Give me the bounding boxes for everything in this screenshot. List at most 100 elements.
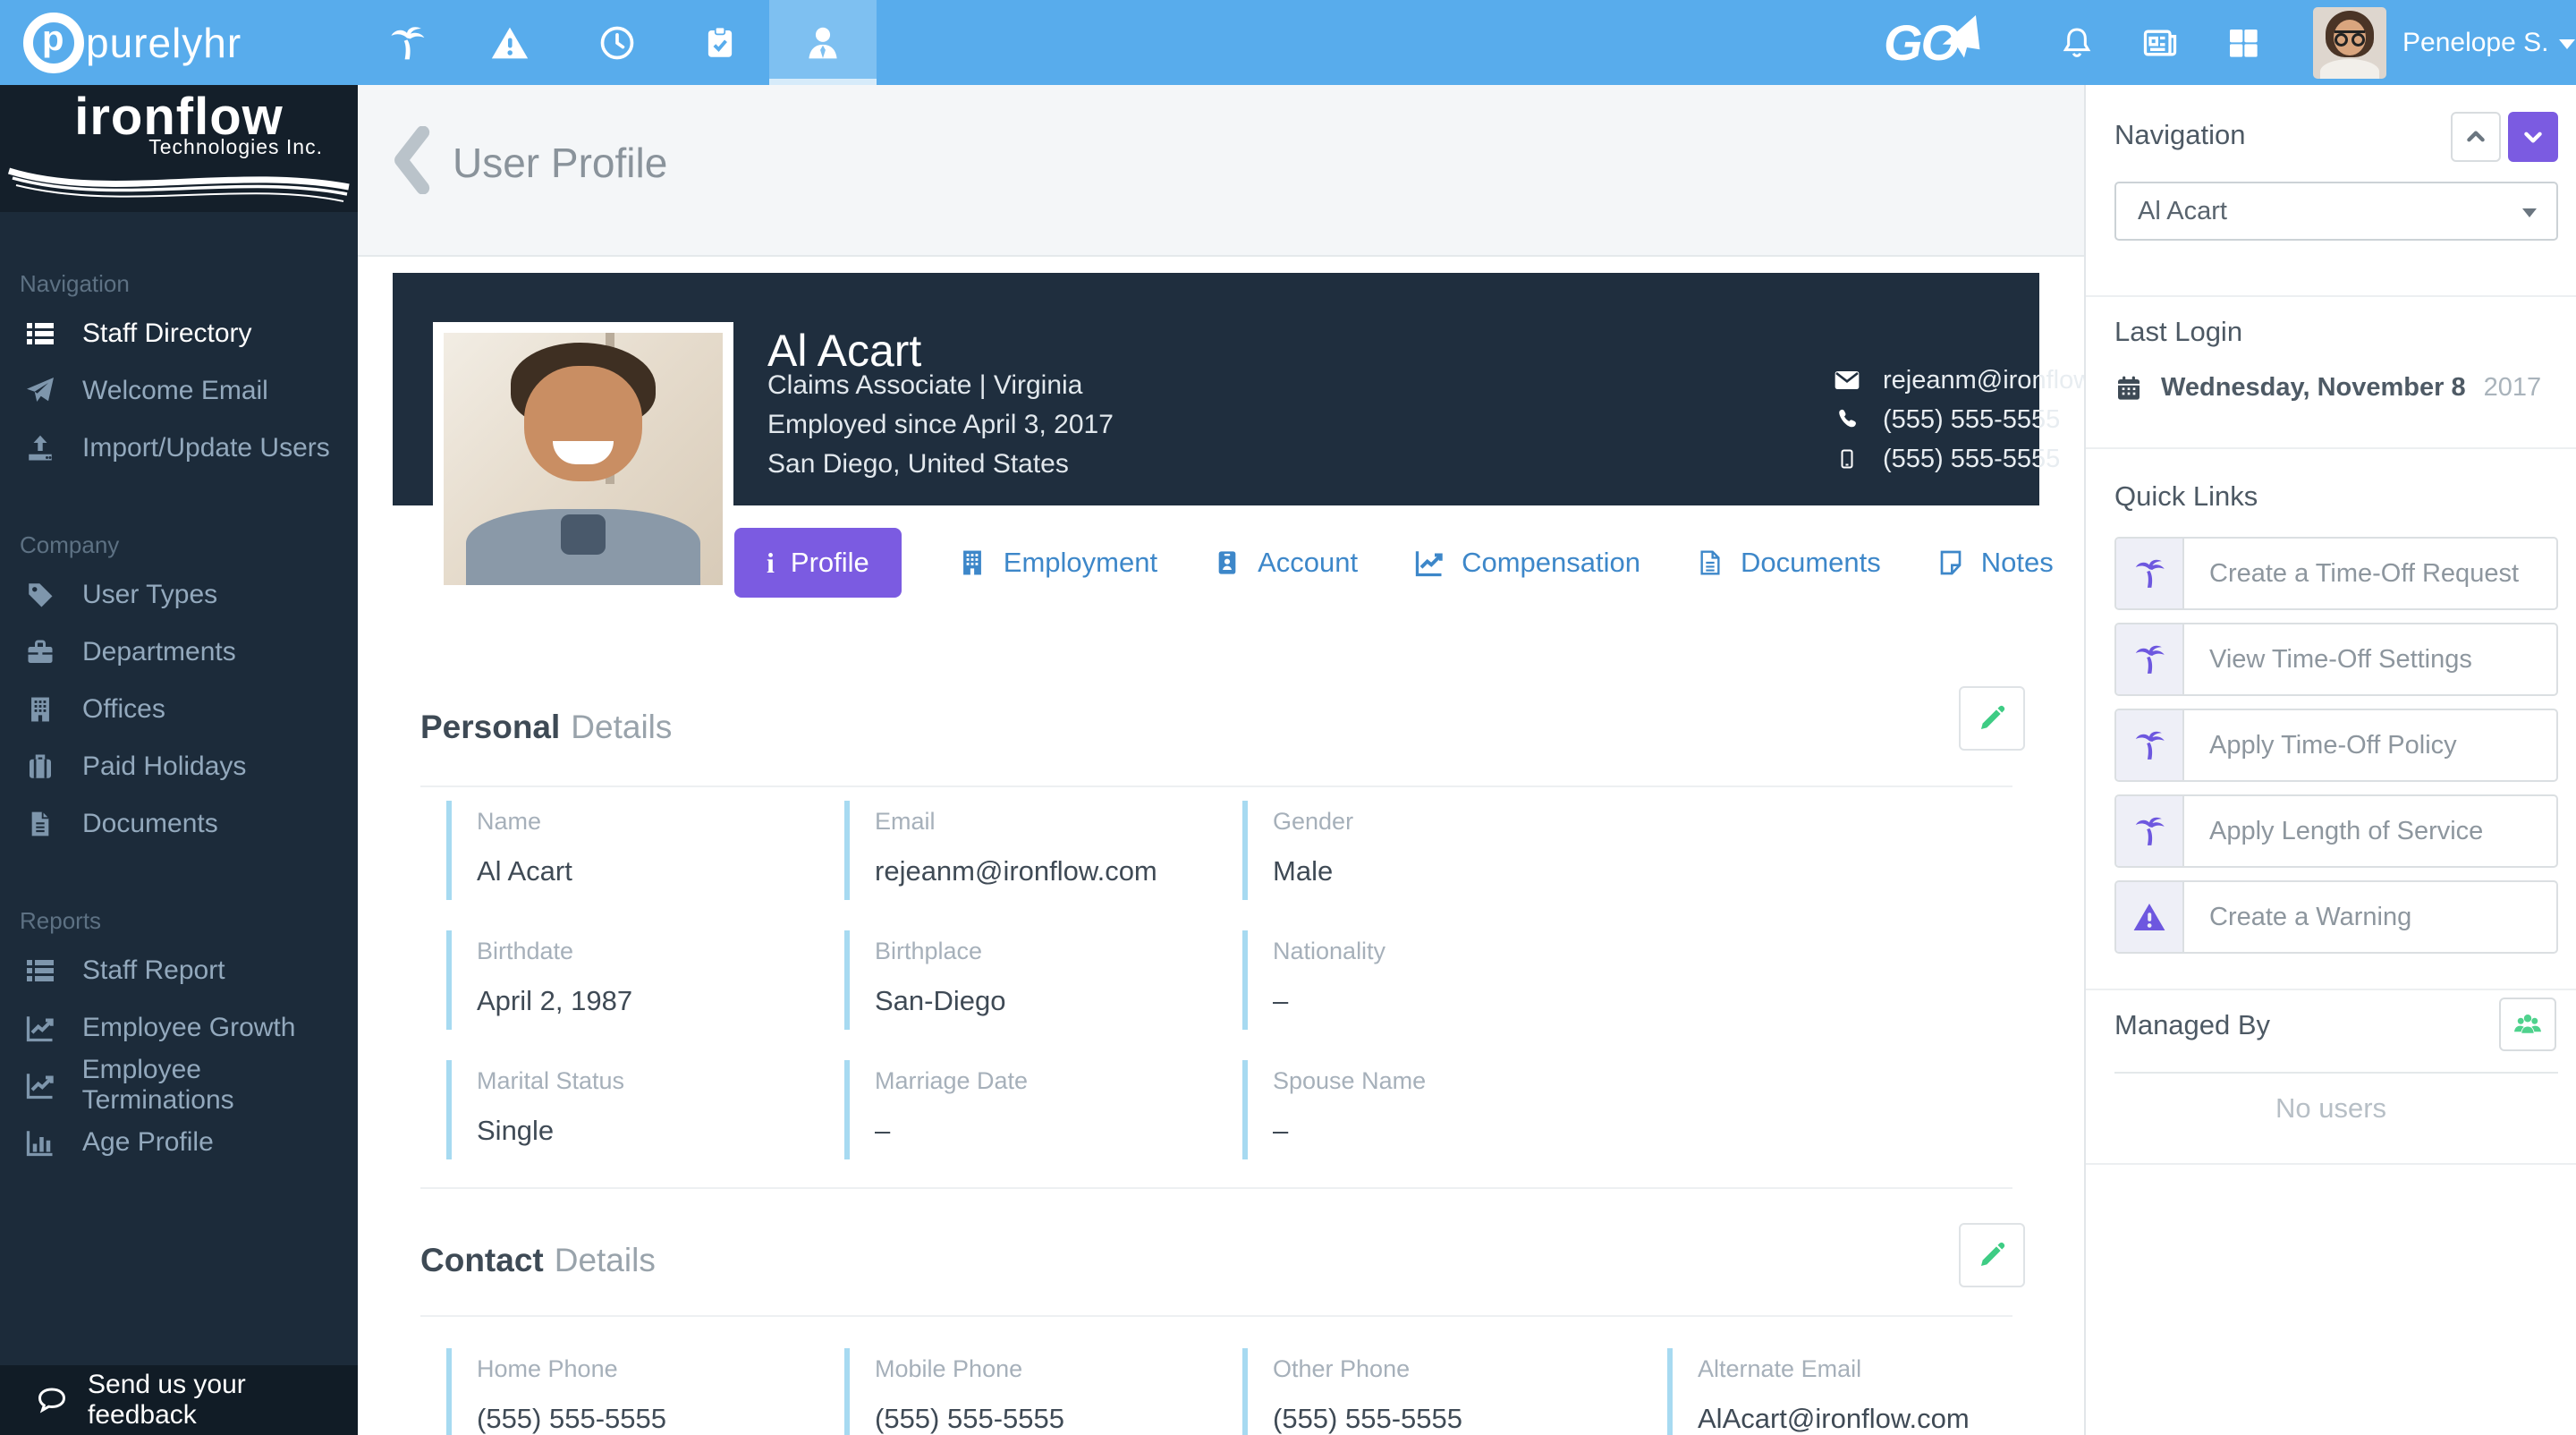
staff-nav-button-active[interactable] — [769, 0, 877, 85]
purelyhr-logo-icon: p — [23, 13, 84, 73]
tab-label: Profile — [791, 547, 869, 579]
main-content: User Profile Al Acart Claims Associate |… — [358, 85, 2084, 1435]
quick-link-create-time-off-request[interactable]: Create a Time-Off Request — [2114, 537, 2558, 610]
calendar-icon — [2114, 374, 2143, 403]
feedback-button[interactable]: Send us your feedback — [0, 1365, 358, 1435]
right-panel: Navigation Al Acart Last Login Wednesday… — [2084, 85, 2576, 1435]
quick-link-label: Create a Time-Off Request — [2184, 539, 2556, 608]
company-logo-sub: Technologies Inc. — [22, 135, 335, 159]
field-home-phone: Home Phone(555) 555-5555 — [446, 1348, 835, 1435]
time-off-nav-button[interactable] — [358, 0, 456, 85]
divider — [2086, 989, 2576, 990]
account-menu[interactable]: Penelope S. — [2402, 0, 2575, 85]
edit-contact-button[interactable] — [1959, 1223, 2025, 1287]
employee-email[interactable]: rejeanm@ironflow.com — [1883, 366, 2084, 395]
sidebar-item-staff-report[interactable]: Staff Report — [0, 942, 358, 999]
purelyhr-logo[interactable]: p purelyhr — [23, 0, 242, 85]
tab-documents[interactable]: Documents — [1696, 547, 1881, 579]
sidebar-item-label: Welcome Email — [82, 376, 268, 406]
warning-triangle-icon — [2116, 882, 2184, 952]
field-other-phone: Other Phone(555) 555-5555 — [1242, 1348, 1631, 1435]
last-login-date: Wednesday, November 8 — [2161, 373, 2466, 403]
palm-tree-icon — [2116, 710, 2184, 780]
sidebar-item-paid-holidays[interactable]: Paid Holidays — [0, 738, 358, 795]
tab-compensation[interactable]: Compensation — [1413, 547, 1640, 579]
back-button[interactable] — [392, 126, 431, 194]
sidebar-item-staff-directory[interactable]: Staff Directory — [0, 305, 358, 362]
sidebar-item-age-profile[interactable]: Age Profile — [0, 1114, 358, 1171]
sidebar-item-label: Employee Terminations — [82, 1055, 358, 1116]
sidebar: ironflow Technologies Inc. Navigation St… — [0, 85, 358, 1435]
sidebar-item-offices[interactable]: Offices — [0, 681, 358, 738]
mobile-icon — [1827, 446, 1867, 471]
sidebar-item-departments[interactable]: Departments — [0, 624, 358, 681]
palm-tree-icon — [2116, 624, 2184, 694]
feedback-label: Send us your feedback — [88, 1370, 358, 1431]
previous-user-button[interactable] — [2451, 112, 2501, 162]
tab-label: Notes — [1981, 547, 2054, 579]
manage-managers-button[interactable] — [2499, 998, 2556, 1051]
topbar: p purelyhr — [0, 0, 2576, 85]
news-button[interactable] — [2131, 0, 2189, 85]
clipboard-check-icon — [701, 23, 739, 63]
divider — [420, 1315, 2012, 1317]
chart-line-icon — [20, 1012, 61, 1044]
edit-personal-button[interactable] — [1959, 686, 2025, 751]
suitcase-icon — [20, 751, 61, 783]
field-email: Emailrejeanm@ironflow.com — [844, 801, 1233, 900]
contact-details-title: ContactDetails — [420, 1242, 656, 1279]
apps-grid-button[interactable] — [2215, 0, 2272, 85]
page-title: User Profile — [453, 139, 667, 187]
sidebar-item-welcome-email[interactable]: Welcome Email — [0, 362, 358, 420]
list-icon — [20, 318, 61, 350]
palm-tree-icon — [2116, 539, 2184, 608]
pencil-icon — [1977, 1240, 2007, 1270]
quick-link-apply-length-of-service[interactable]: Apply Length of Service — [2114, 794, 2558, 868]
profile-photo — [433, 322, 733, 596]
building-icon — [20, 693, 61, 726]
timesheets-nav-button[interactable] — [568, 0, 666, 85]
employee-role: Claims Associate | Virginia — [767, 366, 1114, 405]
sidebar-section-reports: Reports — [20, 899, 358, 942]
tab-employment[interactable]: Employment — [957, 547, 1157, 579]
next-user-button[interactable] — [2508, 112, 2558, 162]
last-login-row: Wednesday, November 8 2017 — [2114, 373, 2541, 403]
field-alternate-email: Alternate EmailAlAcart@ironflow.com — [1667, 1348, 2055, 1435]
last-login-year: 2017 — [2484, 373, 2542, 403]
go-logo[interactable]: GO — [1884, 0, 1985, 85]
sidebar-item-documents[interactable]: Documents — [0, 795, 358, 853]
user-select-dropdown[interactable]: Al Acart — [2114, 182, 2558, 241]
quick-link-create-a-warning[interactable]: Create a Warning — [2114, 880, 2558, 954]
navigation-panel-title: Navigation — [2114, 119, 2245, 151]
document-icon — [20, 808, 61, 840]
user-avatar[interactable] — [2313, 7, 2386, 79]
quick-link-view-time-off-settings[interactable]: View Time-Off Settings — [2114, 623, 2558, 696]
quick-link-apply-time-off-policy[interactable]: Apply Time-Off Policy — [2114, 709, 2558, 782]
field-spouse-name: Spouse Name– — [1242, 1060, 1631, 1159]
building-icon — [957, 547, 987, 579]
warnings-nav-button[interactable] — [461, 0, 559, 85]
chart-line-icon — [1413, 547, 1445, 579]
sidebar-item-label: Employee Growth — [82, 1013, 295, 1043]
tasks-nav-button[interactable] — [671, 0, 769, 85]
tab-profile[interactable]: i Profile — [734, 528, 902, 598]
tab-label: Account — [1258, 547, 1358, 579]
sidebar-item-employee-terminations[interactable]: Employee Terminations — [0, 1057, 358, 1114]
sidebar-item-user-types[interactable]: User Types — [0, 566, 358, 624]
document-icon — [1696, 547, 1724, 579]
app-window: p purelyhr — [0, 0, 2576, 1435]
caret-down-icon — [2559, 39, 2575, 49]
sticky-note-icon — [1936, 547, 1965, 579]
warning-triangle-icon — [490, 23, 530, 63]
sidebar-item-import-update-users[interactable]: Import/Update Users — [0, 420, 358, 477]
notifications-button[interactable] — [2048, 0, 2106, 85]
users-icon — [2512, 1008, 2544, 1040]
divider — [2086, 295, 2576, 297]
bell-icon — [2059, 23, 2095, 63]
quick-link-label: Create a Warning — [2184, 882, 2556, 952]
clock-icon — [597, 23, 637, 63]
sidebar-item-employee-growth[interactable]: Employee Growth — [0, 999, 358, 1057]
divider — [2114, 1072, 2558, 1074]
tab-notes[interactable]: Notes — [1936, 547, 2054, 579]
tab-account[interactable]: Account — [1213, 547, 1358, 579]
